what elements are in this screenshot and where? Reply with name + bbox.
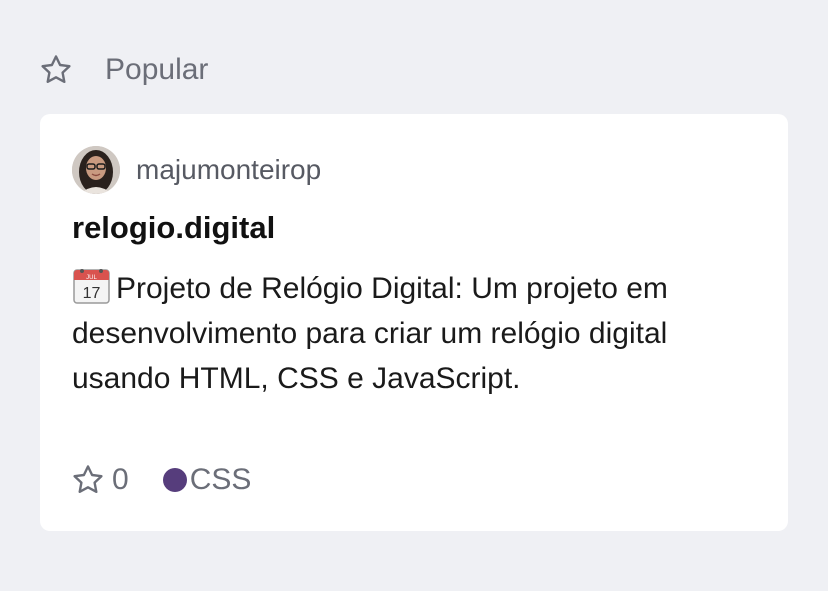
repo-footer: 0 CSS xyxy=(72,460,251,500)
star-icon xyxy=(72,464,104,496)
calendar-day: 17 xyxy=(83,285,101,302)
repo-owner[interactable]: majumonteirop xyxy=(72,146,321,194)
calendar-icon: JUL 17 xyxy=(72,267,112,305)
popular-section-header: Popular xyxy=(40,50,208,90)
avatar[interactable] xyxy=(72,146,120,194)
description-text: Projeto de Relógio Digital: Um projeto e… xyxy=(72,272,668,395)
calendar-month: JUL xyxy=(86,275,97,281)
repo-name[interactable]: relogio.digital xyxy=(72,210,275,246)
repo-description: JUL 17 Projeto de Relógio Digital: Um pr… xyxy=(72,266,772,401)
stars-count: 0 xyxy=(112,463,129,496)
section-title: Popular xyxy=(105,53,209,86)
language-color-dot xyxy=(162,468,187,492)
repo-card[interactable]: majumonteirop relogio.digital JUL 17 Pro… xyxy=(40,114,788,531)
owner-name[interactable]: majumonteirop xyxy=(136,154,321,186)
language-name: CSS xyxy=(189,463,252,496)
star-icon xyxy=(40,54,72,86)
